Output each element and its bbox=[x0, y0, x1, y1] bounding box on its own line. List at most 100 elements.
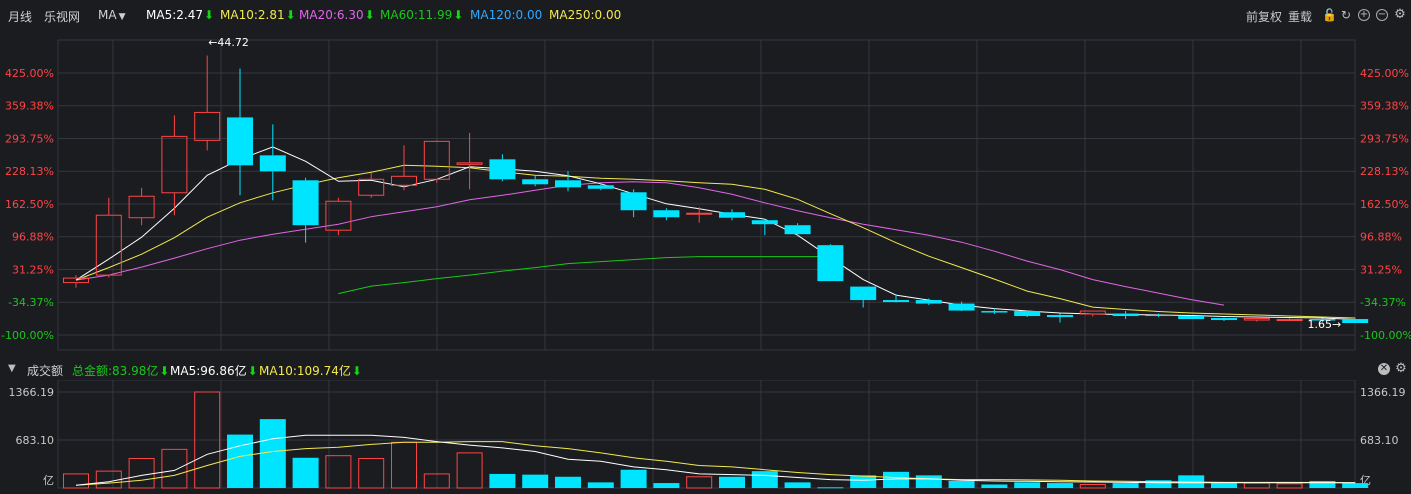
price-tick-label-right: 293.75% bbox=[1360, 133, 1409, 146]
total-amount: 总金额:83.98亿⬇ bbox=[72, 362, 169, 379]
candle-body-down bbox=[915, 300, 942, 304]
volume-bar-down bbox=[1342, 483, 1369, 488]
candle-body-down bbox=[1178, 316, 1205, 320]
price-tick-label-left: 425.00% bbox=[5, 67, 54, 80]
candle-body-down bbox=[555, 180, 581, 188]
price-tick-label-right: 359.38% bbox=[1360, 100, 1409, 113]
price-tick-label-right: 228.13% bbox=[1360, 165, 1409, 178]
candle-body-down bbox=[1145, 315, 1172, 317]
min-price-label: 1.65→ bbox=[1307, 318, 1341, 331]
candles bbox=[63, 55, 1369, 324]
volume-bar-up bbox=[1276, 483, 1303, 489]
close-icon[interactable]: ✕ bbox=[1378, 363, 1390, 375]
extreme-labels: ←44.72 1.65→ bbox=[208, 36, 1341, 331]
price-tick-label-right: 425.00% bbox=[1360, 67, 1409, 80]
price-tick-label-left: 96.88% bbox=[12, 231, 54, 244]
price-grid bbox=[57, 39, 1356, 351]
volume-tick-label-left: 683.10 bbox=[16, 434, 55, 447]
ma10-line bbox=[75, 164, 1356, 319]
collapse-icon[interactable]: ▼ bbox=[8, 363, 16, 374]
vol-ma5-readout: MA5:96.86亿⬇ bbox=[170, 362, 258, 379]
candle-body-up bbox=[161, 135, 188, 194]
volume-bar-down bbox=[489, 473, 516, 488]
price-tick-label-left: 228.13% bbox=[5, 165, 54, 178]
candle-body-down bbox=[1014, 311, 1041, 317]
volume-bar-down bbox=[1014, 482, 1041, 488]
volume-bar-down bbox=[915, 475, 942, 488]
volume-bar-down bbox=[653, 483, 680, 488]
candle-body-down bbox=[1342, 319, 1369, 324]
volume-bar-up bbox=[1243, 482, 1270, 489]
price-chart[interactable]: 425.00% 425.00% 359.38% 359.38% 293.75% 293.7… bbox=[0, 0, 1411, 494]
volume-bar-down bbox=[751, 471, 778, 488]
volume-bar-down bbox=[817, 487, 844, 489]
volume-bar-down bbox=[883, 471, 909, 488]
price-tick-label-right: 31.25% bbox=[1360, 264, 1402, 277]
gear-icon[interactable]: ⚙ bbox=[1395, 362, 1407, 375]
volume-bar-up bbox=[128, 457, 155, 489]
candle-body-down bbox=[259, 155, 286, 172]
price-tick-label-left: 162.50% bbox=[5, 198, 54, 211]
candle-body-down bbox=[653, 210, 680, 218]
price-tick-label-left: 293.75% bbox=[5, 133, 54, 146]
candle-body-down bbox=[227, 117, 253, 166]
price-tick-label-left: -34.37% bbox=[8, 296, 54, 309]
volume-bar-up bbox=[358, 457, 385, 489]
volume-bar-down bbox=[719, 476, 745, 488]
volume-bar-down bbox=[227, 434, 253, 488]
down-arrow-icon: ⬇ bbox=[351, 364, 362, 378]
volume-bar-down bbox=[292, 457, 319, 488]
volume-bar-up bbox=[391, 441, 417, 489]
volume-bar-down bbox=[981, 484, 1008, 488]
candle-body-down bbox=[817, 245, 844, 282]
candle-body-down bbox=[948, 303, 975, 311]
volume-bar-down bbox=[1047, 483, 1073, 488]
candle-body-up bbox=[1243, 318, 1270, 321]
candle-body-down bbox=[981, 311, 1008, 313]
volume-header: ▼ 成交额 总金额:83.98亿⬇ MA5:96.86亿⬇ MA10:109.7… bbox=[0, 360, 1411, 380]
volume-tick-label-right: 683.10 bbox=[1360, 434, 1399, 447]
candle-body-down bbox=[719, 212, 745, 218]
volume-tick-label-right: 1366.19 bbox=[1360, 386, 1406, 399]
candle-body-up bbox=[128, 195, 155, 219]
candle-body-down bbox=[1047, 315, 1073, 318]
candle-body-down bbox=[292, 180, 319, 226]
price-tick-label-right: 162.50% bbox=[1360, 198, 1409, 211]
candle-body-up bbox=[456, 162, 483, 165]
volume-bar-down bbox=[850, 475, 877, 488]
volume-bar-down bbox=[948, 480, 975, 488]
ma-lines bbox=[75, 146, 1356, 320]
volume-bar-up bbox=[1079, 483, 1106, 489]
volume-axes: 1366.19 1366.19683.10 683.10亿亿 bbox=[9, 386, 1406, 487]
total-amount-value: 总金额:83.98亿 bbox=[72, 364, 159, 378]
volume-tick-label-left: 亿 bbox=[43, 474, 54, 487]
down-arrow-icon: ⬇ bbox=[247, 364, 258, 378]
candle-body-up bbox=[194, 111, 221, 141]
volume-bar-up bbox=[161, 448, 188, 489]
price-tick-label-left: 359.38% bbox=[5, 100, 54, 113]
volume-bar-down bbox=[784, 482, 811, 488]
volume-bar-down bbox=[1112, 483, 1139, 488]
candle-body-up bbox=[95, 214, 122, 276]
price-panel-frame bbox=[57, 39, 1356, 351]
candle-body-down bbox=[620, 192, 647, 211]
price-tick-label-left: 31.25% bbox=[12, 264, 54, 277]
volume-tick-label-left: 1366.19 bbox=[9, 386, 55, 399]
ma60-line bbox=[338, 256, 831, 295]
volume-bar-down bbox=[259, 419, 286, 488]
down-arrow-icon: ⬇ bbox=[159, 364, 170, 378]
volume-bar-down bbox=[1211, 483, 1237, 488]
vol-ma10-readout: MA10:109.74亿⬇ bbox=[259, 362, 362, 379]
candle-body-down bbox=[751, 220, 778, 225]
candle-body-down bbox=[522, 179, 549, 185]
candle-body-down bbox=[784, 225, 811, 235]
max-price-label: ←44.72 bbox=[208, 36, 249, 49]
candle-body-down bbox=[1112, 313, 1139, 317]
volume-bar-up bbox=[686, 476, 713, 489]
candle-body-down bbox=[587, 185, 614, 189]
candle-body-up bbox=[1276, 319, 1303, 322]
candle-body-down bbox=[489, 159, 516, 180]
candle-body-up bbox=[1079, 310, 1106, 315]
price-tick-label-left: -100.00% bbox=[1, 329, 54, 342]
volume-bar-down bbox=[555, 476, 581, 488]
